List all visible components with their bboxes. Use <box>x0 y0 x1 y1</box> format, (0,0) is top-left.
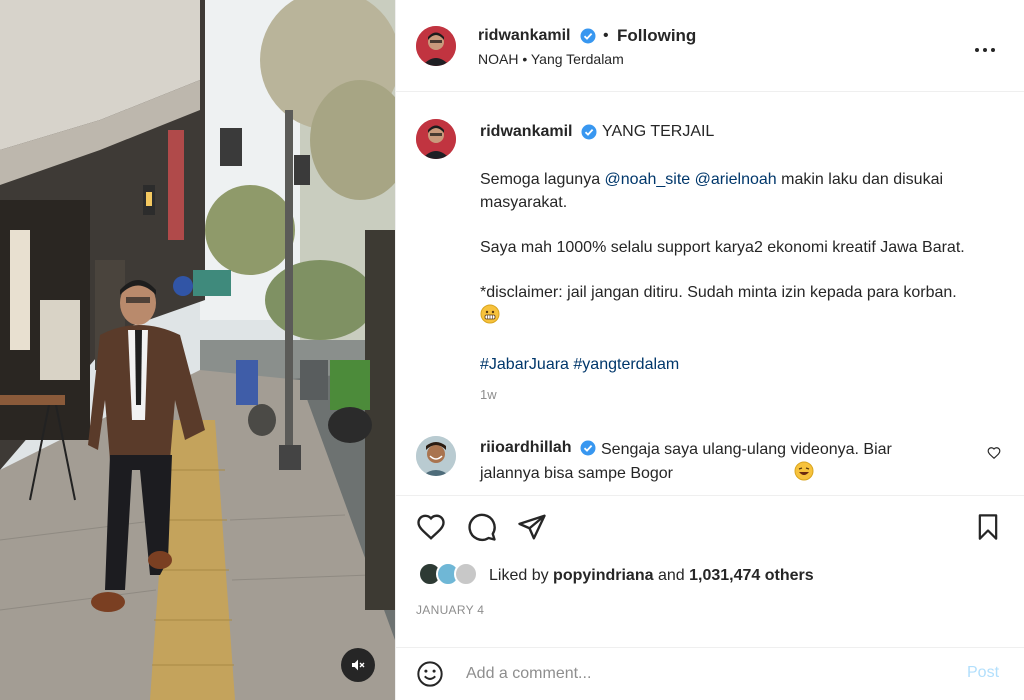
grimace-emoji-icon <box>480 304 500 331</box>
caption-text: Semoga lagunya <box>480 171 605 188</box>
caption-paragraph-3: *disclaimer: jail jangan ditiru. Sudah m… <box>480 281 1010 331</box>
caption-username[interactable]: ridwankamil <box>480 123 572 141</box>
author-avatar[interactable] <box>416 26 456 66</box>
likes-count-link[interactable]: 1,031,474 others <box>689 567 814 584</box>
caption-text: *disclaimer: jail jangan ditiru. Sudah m… <box>480 284 957 301</box>
mute-toggle-button[interactable] <box>341 648 375 682</box>
smile-icon[interactable] <box>416 660 444 693</box>
post-caption: ridwankamil YANG TERJAIL Semoga lagunya … <box>396 92 1024 414</box>
mention-link[interactable]: @noah_site <box>605 171 691 188</box>
avatar-image <box>416 26 456 66</box>
avatar-image <box>416 436 456 476</box>
verified-badge-icon <box>581 124 597 145</box>
comment-input[interactable] <box>466 662 946 686</box>
caption-body: Semoga lagunya @noah_site @arielnoah mak… <box>480 168 1010 398</box>
post-video[interactable] <box>0 0 395 700</box>
likes-summary: Liked by popyindriana and 1,031,474 othe… <box>489 567 814 585</box>
post-comment-button[interactable]: Post <box>967 664 999 682</box>
muted-speaker-icon <box>352 659 365 671</box>
share-icon[interactable] <box>517 512 547 547</box>
caption-paragraph-1: Semoga lagunya @noah_site @arielnoah mak… <box>480 168 1010 214</box>
instagram-post-modal: ridwankamil • Following NOAH • Yang Terd… <box>0 0 1024 700</box>
verified-badge-icon <box>580 28 596 49</box>
separator-dot: • <box>603 27 609 44</box>
hashtag-link[interactable]: #JabarJuara <box>480 356 569 373</box>
bookmark-icon[interactable] <box>974 512 1002 547</box>
comment-item: Sengaja saya ulang-ulang videonya. Biar … <box>396 424 1024 494</box>
comment-icon[interactable] <box>467 512 497 547</box>
street-scene-image <box>0 0 395 700</box>
post-actions: Liked by popyindriana and 1,031,474 othe… <box>396 495 1024 647</box>
likes-and: and <box>653 567 690 584</box>
commenter-username[interactable]: riioardhillah <box>480 439 572 457</box>
following-button[interactable]: Following <box>617 26 696 46</box>
caption-title: YANG TERJAIL <box>602 123 715 140</box>
liker-username[interactable]: popyindriana <box>553 567 653 584</box>
avatar-image <box>416 119 456 159</box>
more-horizontal-icon[interactable] <box>974 40 996 58</box>
commenter-avatar[interactable] <box>416 436 456 476</box>
post-details-panel: ridwankamil • Following NOAH • Yang Terd… <box>395 0 1024 700</box>
author-username[interactable]: ridwankamil <box>478 27 570 45</box>
mention-link[interactable]: @arielnoah <box>695 171 777 188</box>
caption-paragraph-2: Saya mah 1000% selalu support karya2 eko… <box>480 239 965 256</box>
hashtag-link[interactable]: #yangterdalam <box>573 356 679 373</box>
verified-badge-icon <box>580 440 596 461</box>
liker-avatar <box>454 562 478 586</box>
comment-like-heart-icon[interactable] <box>987 446 1001 465</box>
caption-author-avatar[interactable] <box>416 119 456 159</box>
audio-track-link[interactable]: NOAH • Yang Terdalam <box>478 51 624 67</box>
likes-prefix: Liked by <box>489 567 554 584</box>
post-header: ridwankamil • Following NOAH • Yang Terd… <box>396 0 1024 92</box>
heart-icon[interactable] <box>416 512 446 547</box>
add-comment-bar: Post <box>396 647 1024 700</box>
post-date[interactable]: JANUARY 4 <box>416 603 484 617</box>
laughing-emoji-icon <box>673 461 814 488</box>
liker-avatars[interactable] <box>418 562 484 588</box>
caption-timestamp[interactable]: 1w <box>480 387 497 402</box>
caption-hashtags: #JabarJuara #yangterdalam <box>480 353 1010 376</box>
